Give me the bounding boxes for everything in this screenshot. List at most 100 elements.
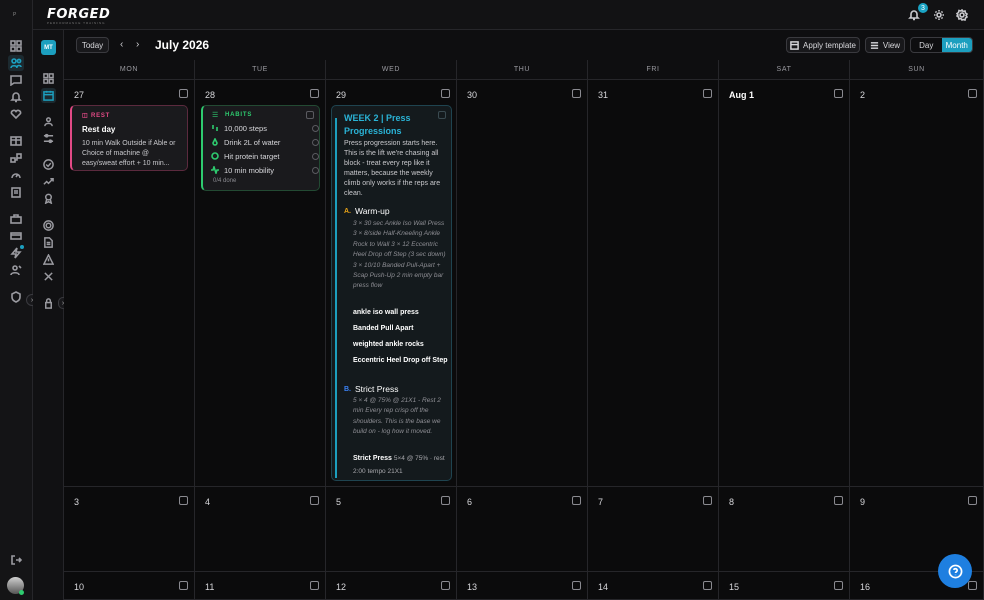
- day-cell[interactable]: 27 ◫ REST Rest day 10 min Walk Outside i…: [64, 80, 195, 487]
- day-checkbox[interactable]: [310, 89, 319, 98]
- messages-icon[interactable]: [8, 72, 24, 88]
- day-checkbox[interactable]: [310, 496, 319, 505]
- day-checkbox[interactable]: [968, 89, 977, 98]
- calendar-icon[interactable]: [41, 88, 56, 103]
- gauge-icon[interactable]: [8, 167, 24, 183]
- heart-pulse-icon[interactable]: [8, 106, 24, 122]
- exercise-item[interactable]: Banded Pull Apart: [353, 322, 449, 335]
- day-cell[interactable]: 13: [457, 572, 588, 600]
- day-checkbox[interactable]: [441, 496, 450, 505]
- apply-template-button[interactable]: Apply template: [786, 37, 860, 53]
- award-icon[interactable]: [41, 191, 56, 206]
- trend-icon[interactable]: [41, 174, 56, 189]
- day-cell[interactable]: 12: [326, 572, 457, 600]
- day-cell[interactable]: 3: [64, 487, 195, 572]
- day-checkbox[interactable]: [703, 496, 712, 505]
- bell-icon[interactable]: [8, 89, 24, 105]
- sliders-icon[interactable]: [41, 131, 56, 146]
- day-checkbox[interactable]: [179, 581, 188, 590]
- settings-gear-icon[interactable]: [955, 8, 969, 22]
- day-cell[interactable]: 29 WEEK 2 | Press Progressions Press pro…: [326, 80, 457, 487]
- warning-icon[interactable]: [41, 252, 56, 267]
- document-icon[interactable]: [41, 235, 56, 250]
- clipboard-icon[interactable]: [8, 184, 24, 200]
- day-view-button[interactable]: Day: [911, 38, 942, 52]
- team-icon[interactable]: [8, 262, 24, 278]
- zap-icon[interactable]: [8, 245, 24, 261]
- check-circle-icon[interactable]: [41, 157, 56, 172]
- target-icon[interactable]: [41, 218, 56, 233]
- rest-day-card[interactable]: ◫ REST Rest day 10 min Walk Outside if A…: [70, 105, 188, 171]
- tools-icon[interactable]: [41, 269, 56, 284]
- day-checkbox[interactable]: [572, 581, 581, 590]
- table-icon[interactable]: [8, 133, 24, 149]
- day-cell[interactable]: 4: [195, 487, 326, 572]
- day-cell[interactable]: 30: [457, 80, 588, 487]
- calendar-toolbar: Today ‹ › July 2026 Apply template View …: [64, 30, 984, 60]
- day-cell[interactable]: 6: [457, 487, 588, 572]
- day-checkbox[interactable]: [968, 581, 977, 590]
- day-cell[interactable]: 10: [64, 572, 195, 600]
- exercise-item[interactable]: Strict Press 5×4 @ 75% · rest 2:00 tempo…: [353, 452, 449, 478]
- activity-icon: [211, 166, 219, 174]
- day-cell[interactable]: 2: [850, 80, 984, 487]
- user-initials-badge[interactable]: MT: [41, 40, 56, 55]
- day-checkbox[interactable]: [834, 89, 843, 98]
- view-button[interactable]: View: [865, 37, 905, 53]
- overview-icon[interactable]: [41, 71, 56, 86]
- day-cell[interactable]: 14: [588, 572, 719, 600]
- habits-card[interactable]: ☰ HABITS 10,000 steps Drink 2L of water …: [201, 105, 320, 191]
- shield-icon[interactable]: [8, 289, 24, 305]
- logo-tagline: PERFORMANCE TRAINING: [47, 21, 106, 25]
- day-checkbox[interactable]: [572, 89, 581, 98]
- day-cell[interactable]: 11: [195, 572, 326, 600]
- day-cell[interactable]: 28 ☰ HABITS 10,000 steps Drink 2L of wat…: [195, 80, 326, 487]
- day-cell[interactable]: Aug 1: [719, 80, 850, 487]
- day-number: 29: [336, 90, 347, 100]
- habit-item[interactable]: Hit protein target: [211, 150, 319, 162]
- next-month-chevron-icon[interactable]: ›: [136, 39, 139, 50]
- day-checkbox[interactable]: [834, 581, 843, 590]
- workout-card[interactable]: WEEK 2 | Press Progressions Press progre…: [331, 105, 452, 481]
- day-checkbox[interactable]: [968, 496, 977, 505]
- help-button[interactable]: [938, 554, 972, 588]
- habit-radio[interactable]: [312, 152, 319, 160]
- today-button[interactable]: Today: [76, 37, 109, 53]
- habits-checkbox[interactable]: [306, 111, 314, 119]
- month-view-button[interactable]: Month: [941, 38, 972, 52]
- briefcase-icon[interactable]: [8, 211, 24, 227]
- day-checkbox[interactable]: [703, 581, 712, 590]
- dashboard-icon[interactable]: [8, 38, 24, 54]
- day-cell[interactable]: 8: [719, 487, 850, 572]
- day-checkbox[interactable]: [179, 89, 188, 98]
- day-checkbox[interactable]: [834, 496, 843, 505]
- day-checkbox[interactable]: [441, 581, 450, 590]
- habit-radio[interactable]: [312, 138, 319, 146]
- day-number: 2: [860, 90, 866, 100]
- day-cell[interactable]: 7: [588, 487, 719, 572]
- day-checkbox[interactable]: [703, 89, 712, 98]
- logout-icon[interactable]: [8, 552, 24, 568]
- day-cell[interactable]: 5: [326, 487, 457, 572]
- day-cell[interactable]: 31: [588, 80, 719, 487]
- habit-item[interactable]: 10 min mobility: [211, 164, 319, 176]
- workflow-icon[interactable]: [8, 150, 24, 166]
- clients-icon[interactable]: [8, 55, 24, 71]
- card-icon[interactable]: [8, 228, 24, 244]
- lock-icon[interactable]: [41, 296, 56, 311]
- profile-icon[interactable]: [41, 114, 56, 129]
- theme-toggle-icon[interactable]: [932, 8, 946, 22]
- day-checkbox[interactable]: [179, 496, 188, 505]
- exercise-item[interactable]: Eccentric Heel Drop off Step: [353, 354, 449, 367]
- day-checkbox[interactable]: [572, 496, 581, 505]
- exercise-item[interactable]: weighted ankle rocks: [353, 338, 449, 351]
- habit-radio[interactable]: [312, 124, 319, 132]
- habit-item[interactable]: Drink 2L of water: [211, 136, 319, 148]
- habit-item[interactable]: 10,000 steps: [211, 122, 319, 134]
- habit-radio[interactable]: [312, 166, 319, 174]
- exercise-item[interactable]: ankle iso wall press: [353, 306, 449, 319]
- day-cell[interactable]: 15: [719, 572, 850, 600]
- prev-month-chevron-icon[interactable]: ‹: [120, 39, 123, 50]
- day-checkbox[interactable]: [441, 89, 450, 98]
- day-checkbox[interactable]: [310, 581, 319, 590]
